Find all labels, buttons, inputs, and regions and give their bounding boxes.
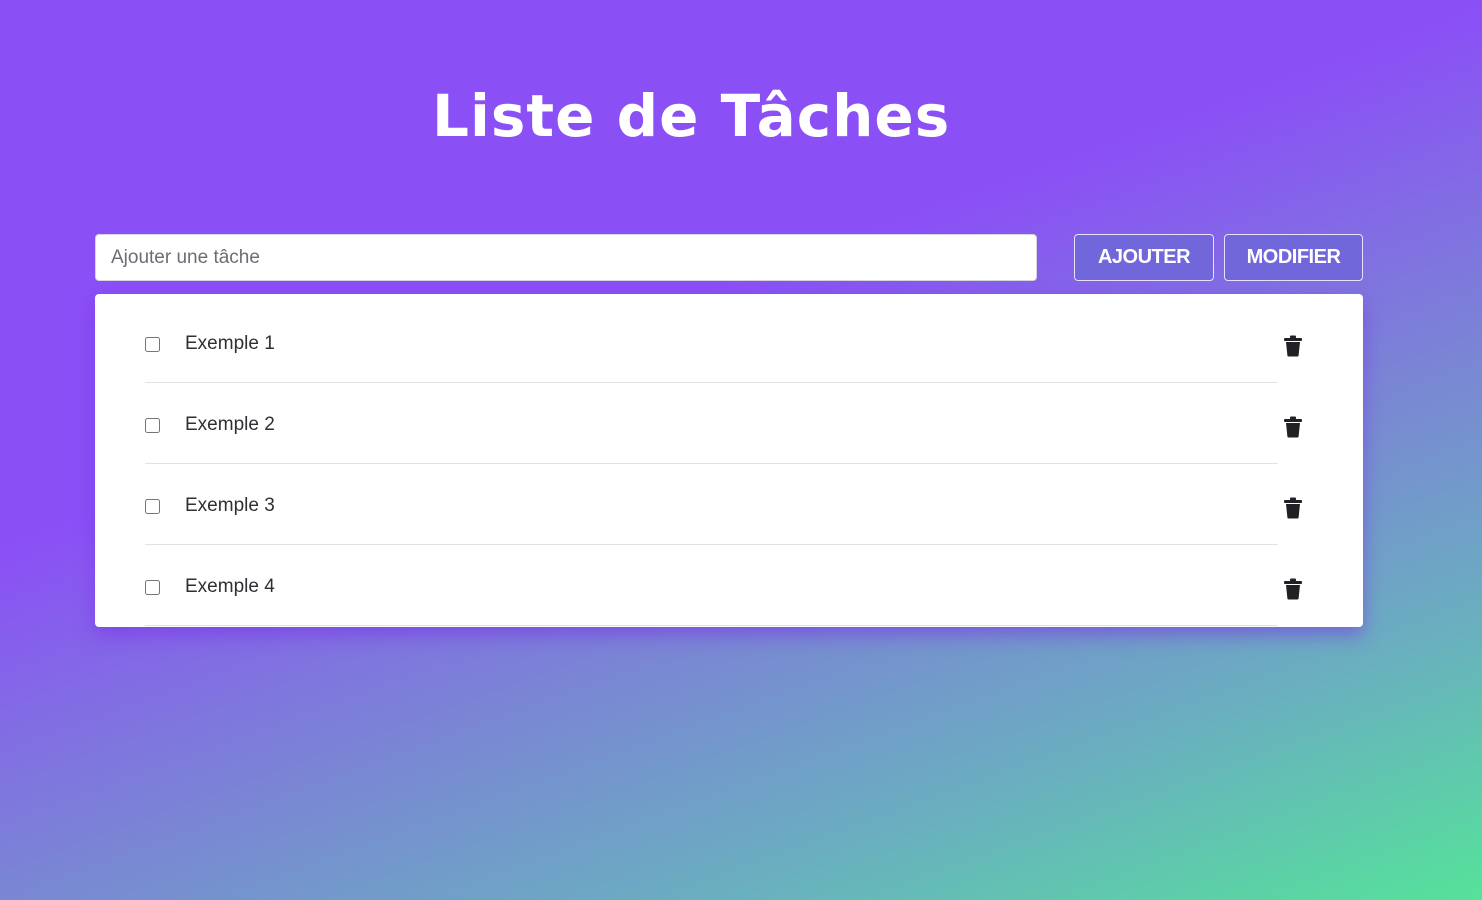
trash-icon[interactable] (1283, 416, 1303, 438)
page-title: Liste de Tâches (432, 82, 951, 150)
task-item: Exemple 4 (145, 545, 1302, 626)
task-item: Exemple 2 (145, 383, 1302, 464)
task-label: Exemple 4 (185, 576, 275, 597)
task-label: Exemple 2 (185, 414, 275, 435)
trash-icon[interactable] (1283, 497, 1303, 519)
task-label: Exemple 3 (185, 495, 275, 516)
trash-icon[interactable] (1283, 578, 1303, 600)
task-list: Exemple 1 Exemple 2 Exemple 3 Exemple 4 (95, 294, 1363, 627)
task-label: Exemple 1 (185, 333, 275, 354)
edit-button[interactable]: MODIFIER (1224, 234, 1363, 281)
task-item: Exemple 1 (145, 302, 1302, 383)
task-checkbox[interactable] (145, 580, 160, 595)
task-input[interactable] (95, 234, 1037, 281)
add-button[interactable]: AJOUTER (1074, 234, 1214, 281)
task-checkbox[interactable] (145, 418, 160, 433)
task-item: Exemple 3 (145, 464, 1302, 545)
task-checkbox[interactable] (145, 337, 160, 352)
task-checkbox[interactable] (145, 499, 160, 514)
trash-icon[interactable] (1283, 335, 1303, 357)
